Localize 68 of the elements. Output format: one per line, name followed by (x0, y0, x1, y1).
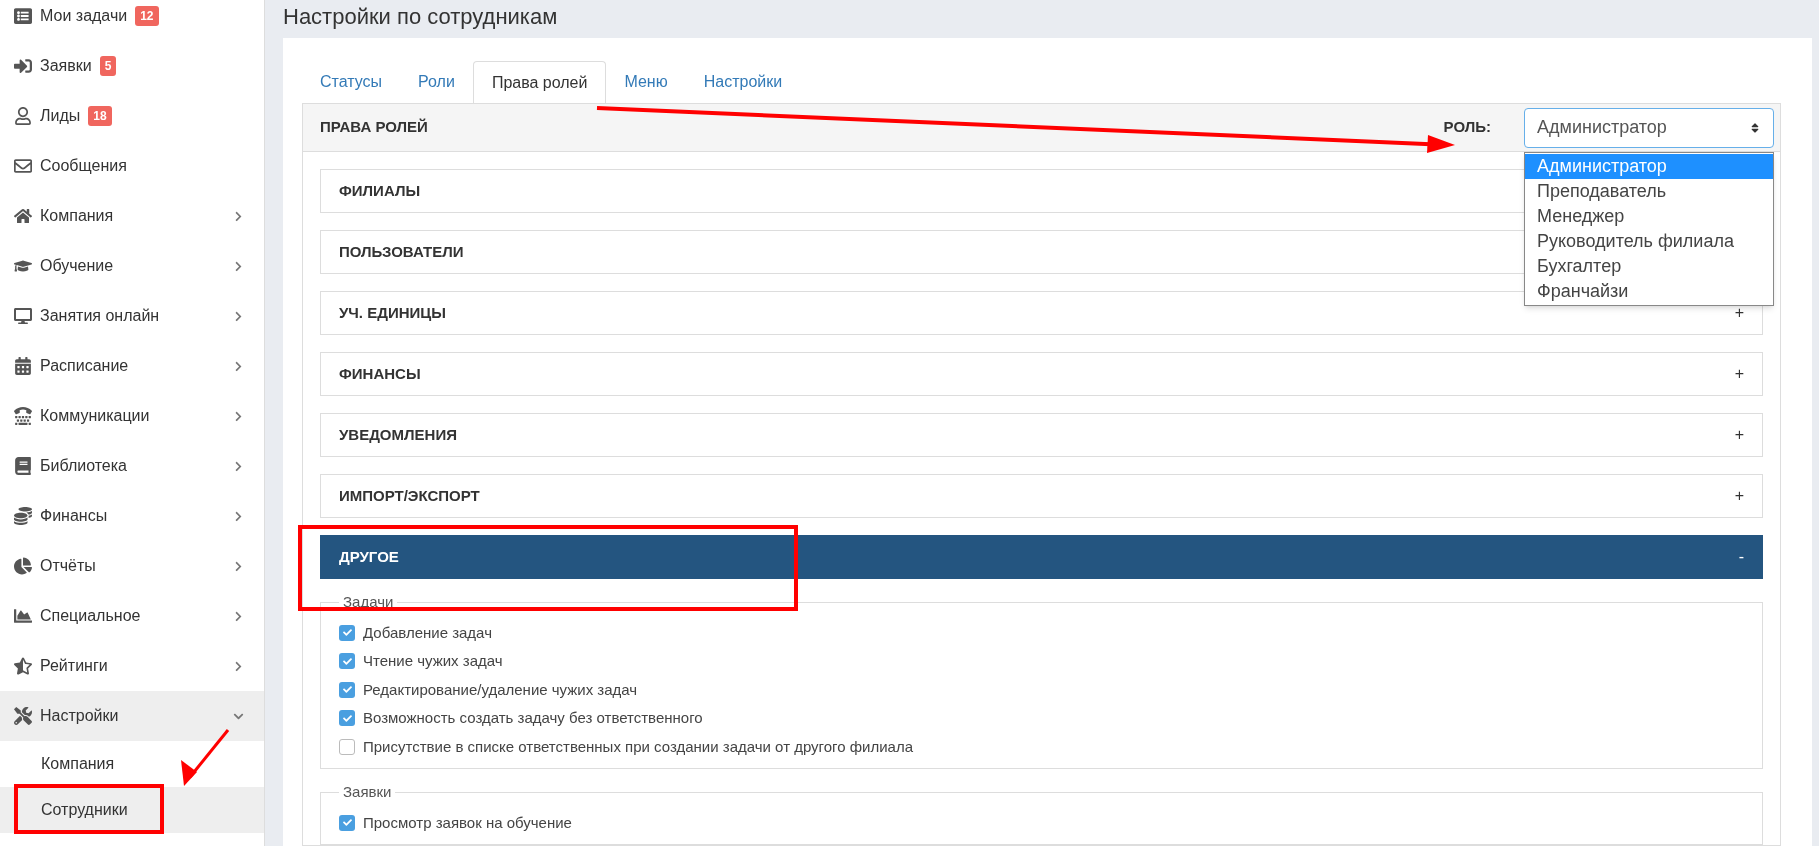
chevron-right-icon (233, 360, 244, 372)
chevron-right-icon (233, 510, 244, 522)
check-icon (342, 685, 352, 695)
checkbox-label: Чтение чужих задач (363, 651, 503, 671)
chevron-right-icon (233, 410, 244, 422)
checkbox-label: Просмотр заявок на обучение (363, 812, 572, 833)
checkbox[interactable] (339, 681, 355, 698)
area-chart-icon (14, 607, 32, 625)
home-icon (14, 207, 32, 225)
accordion-header[interactable]: ДРУГОЕ - (320, 535, 1763, 579)
sidebar-item[interactable]: Настройки (0, 691, 264, 741)
checkbox[interactable] (339, 624, 355, 641)
envelope-icon (14, 157, 32, 175)
coins-icon (14, 507, 32, 525)
tab[interactable]: Роли (400, 61, 473, 103)
chevron-right-icon (233, 210, 244, 222)
chevron-right-icon (233, 310, 244, 322)
checkbox[interactable] (339, 710, 355, 727)
check-icon (342, 656, 352, 666)
checkbox[interactable] (339, 653, 355, 670)
panel-title: ПРАВА РОЛЕЙ (320, 117, 428, 138)
book-icon (14, 457, 32, 475)
star-icon (14, 657, 32, 675)
accordion-header[interactable]: ФИНАНСЫ + (320, 352, 1763, 396)
tab[interactable]: Меню (606, 61, 686, 103)
count-badge: 5 (99, 56, 117, 76)
chevron-right-icon (233, 610, 244, 622)
toggle-sign: + (1734, 486, 1744, 506)
check-icon (342, 713, 352, 723)
tools-icon (14, 707, 32, 725)
checkbox[interactable] (339, 738, 355, 755)
toggle-sign: + (1734, 303, 1744, 323)
tab[interactable]: Права ролей (472, 61, 607, 103)
chevron-right-icon (233, 460, 244, 472)
chevron-right-icon (233, 660, 244, 672)
monitor-icon (14, 307, 32, 325)
annotation-arrow (181, 729, 230, 786)
accordion-header[interactable]: ИМПОРТ/ЭКСПОРТ + (320, 474, 1763, 518)
checkbox-label: Добавление задач (363, 622, 492, 643)
sort-icon (1749, 121, 1761, 134)
role-label: РОЛЬ: (1443, 117, 1491, 138)
toggle-sign: + (1734, 364, 1744, 384)
checkbox-label: Редактирование/удаление чужих задач (363, 679, 638, 700)
chevron-right-icon (233, 560, 244, 572)
check-icon (342, 818, 352, 828)
pie-chart-icon (14, 557, 32, 575)
checkbox-label: Присутствие в списке ответственных при создании задачи от другого филиала (363, 736, 914, 757)
tab[interactable]: Настройки (685, 61, 801, 103)
checkbox[interactable] (339, 814, 355, 831)
group-legend: Заявки (339, 781, 396, 804)
check-icon (342, 628, 352, 638)
toggle-sign: - (1738, 547, 1744, 567)
user-icon (14, 107, 32, 125)
list-icon (14, 7, 32, 25)
submenu-item[interactable]: Сотрудники (0, 787, 264, 833)
page-title: Настройки по сотрудникам (283, 3, 559, 31)
accordion-header[interactable]: УВЕДОМЛЕНИЯ + (320, 413, 1763, 457)
checkbox-label: Возможность создать задачу без ответственного (363, 708, 703, 728)
group-legend: Задачи (339, 591, 398, 614)
count-badge: 18 (88, 106, 112, 126)
sign-in-icon (14, 57, 32, 75)
toggle-sign: + (1734, 425, 1744, 445)
calendar-icon (14, 357, 32, 375)
count-badge: 12 (135, 6, 159, 26)
role-select[interactable]: Администратор (1524, 107, 1774, 148)
tab[interactable]: Статусы (302, 61, 401, 103)
chevron-right-icon (233, 260, 244, 272)
phone-icon (14, 407, 32, 425)
